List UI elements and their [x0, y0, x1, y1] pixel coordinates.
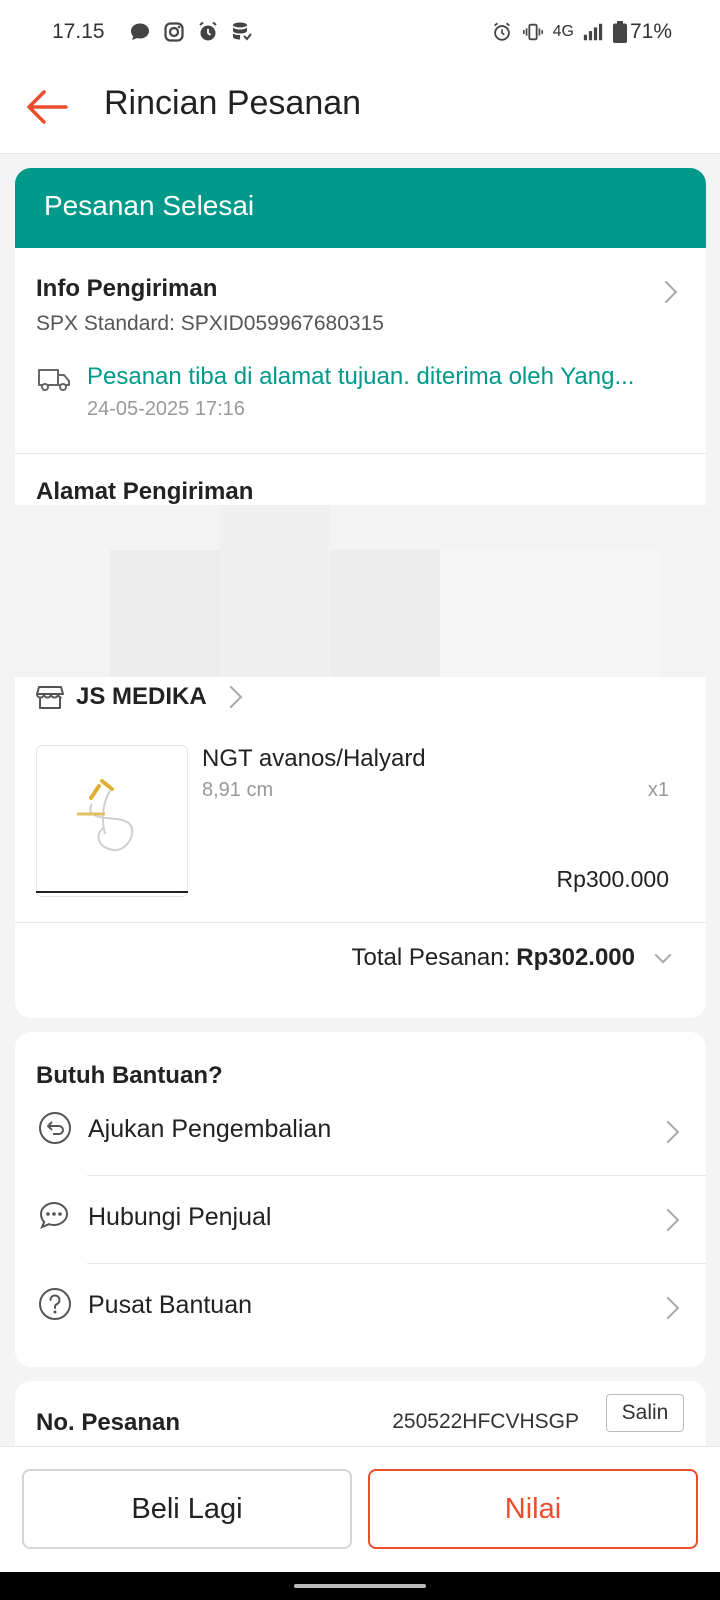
shipping-info-section[interactable]: Info Pengiriman SPX Standard: SPXID05996… [15, 248, 706, 455]
order-number-label: No. Pesanan [36, 1409, 181, 1436]
chevron-right-icon [656, 1120, 680, 1144]
product-name[interactable]: NGT avanos/Halyard [202, 745, 426, 773]
feeding-tube-image [77, 779, 134, 852]
chevron-right-icon [219, 685, 243, 709]
chat-icon [39, 1201, 69, 1229]
status-time: 17.15 [52, 20, 105, 43]
database-icon [233, 22, 252, 41]
order-total-row[interactable]: Total Pesanan: Rp302.000 [351, 944, 672, 972]
help-item-return[interactable]: Ajukan Pengembalian [15, 1088, 706, 1176]
page-title: Rincian Pesanan [104, 84, 362, 122]
instagram-icon [164, 22, 184, 42]
copy-button-label: Salin [621, 1401, 669, 1424]
bottom-action-bar: Beli Lagi Nilai [0, 1446, 720, 1572]
help-item-help-center[interactable]: Pusat Bantuan [15, 1264, 706, 1352]
copy-button[interactable]: Salin [606, 1394, 684, 1432]
product-variant: 8,91 cm [202, 779, 274, 801]
truck-icon [38, 369, 70, 391]
order-total-value: Rp302.000 [516, 944, 635, 971]
tracking-status: Pesanan tiba di alamat tujuan. diterima … [87, 363, 635, 390]
rate-button[interactable]: Nilai [368, 1469, 698, 1549]
help-icon [39, 1288, 71, 1320]
vibrate-icon [522, 23, 543, 41]
order-total-label: Total Pesanan: [351, 944, 511, 971]
help-card: Butuh Bantuan? Ajukan Pengembalian Hubun… [15, 1032, 706, 1367]
return-icon [39, 1112, 71, 1144]
buy-again-button[interactable]: Beli Lagi [22, 1469, 352, 1549]
product-section: JS MEDIKA NGT avanos/Halyard 8,91 cm x1 … [15, 677, 706, 1017]
network-type: 4G [552, 23, 574, 40]
chevron-right-icon [656, 1296, 680, 1320]
help-item-label: Ajukan Pengembalian [88, 1115, 332, 1143]
signal-icon [583, 23, 603, 41]
shop-link[interactable]: JS MEDIKA [36, 677, 243, 717]
order-status-banner: Pesanan Selesai [15, 168, 706, 248]
chevron-right-icon [654, 280, 678, 304]
address-title: Alamat Pengiriman [36, 478, 254, 505]
battery-percent: 71% [629, 20, 672, 43]
product-quantity: x1 [647, 779, 669, 801]
arrow-left-icon [27, 90, 68, 124]
shipping-info-title: Info Pengiriman [36, 275, 218, 302]
alarm-clock-icon [493, 22, 510, 41]
courier-tracking: SPX Standard: SPXID059967680315 [36, 312, 384, 335]
chevron-down-icon [654, 946, 672, 964]
help-item-chat-seller[interactable]: Hubungi Penjual [15, 1176, 706, 1264]
shop-name: JS MEDIKA [76, 683, 207, 710]
order-number-value: 250522HFCVHSGP [392, 1410, 579, 1433]
address-redaction [0, 505, 720, 677]
help-item-label: Hubungi Penjual [88, 1203, 272, 1231]
chevron-right-icon [656, 1208, 680, 1232]
buy-again-label: Beli Lagi [131, 1492, 243, 1525]
image-underline [36, 891, 188, 893]
notification-icons [128, 20, 254, 44]
system-nav-bar [0, 1572, 720, 1600]
order-status-text: Pesanan Selesai [44, 190, 255, 221]
message-icon [131, 23, 149, 40]
divider [15, 453, 706, 454]
battery-icon [613, 21, 627, 43]
help-title: Butuh Bantuan? [36, 1062, 223, 1089]
system-status-icons: 4G [491, 20, 628, 44]
status-bar: 17.15 4G 71% [0, 0, 720, 66]
shop-icon [36, 686, 64, 709]
rate-label: Nilai [504, 1492, 562, 1525]
tracking-time: 24-05-2025 17:16 [87, 398, 245, 420]
back-button[interactable] [22, 82, 72, 132]
app-header: Rincian Pesanan [0, 66, 720, 154]
alarm-icon [199, 21, 217, 41]
help-item-label: Pusat Bantuan [88, 1291, 253, 1319]
product-image[interactable] [36, 745, 188, 897]
home-gesture-handle[interactable] [294, 1584, 426, 1588]
divider [15, 922, 706, 923]
product-price: Rp300.000 [556, 866, 669, 892]
